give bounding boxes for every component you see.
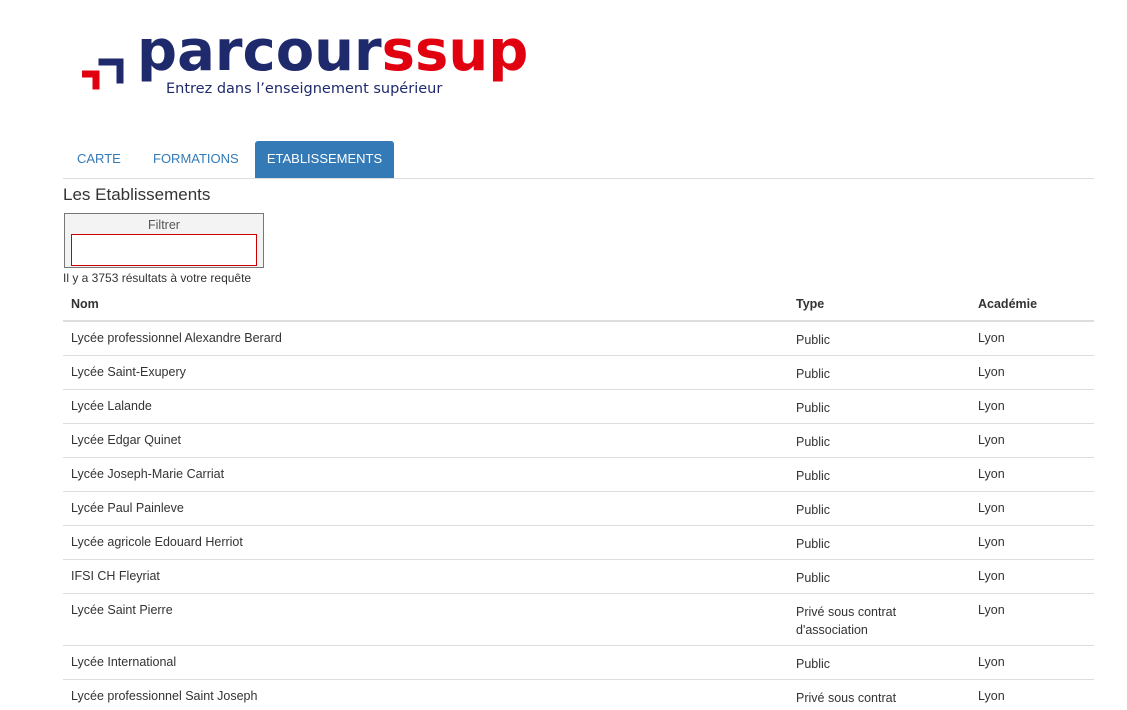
cell-nom: Lycée International <box>71 655 177 669</box>
cell-academie: Lyon <box>978 689 1005 703</box>
table-row[interactable]: Lycée International Public Lyon <box>63 646 1094 680</box>
nav-tabs: CARTE FORMATIONS ETABLISSEMENTS <box>63 141 1094 179</box>
table-row[interactable]: Lycée professionnel Alexandre Berard Pub… <box>63 322 1094 356</box>
table-row[interactable]: Lycée agricole Edouard Herriot Public Ly… <box>63 526 1094 560</box>
cell-nom: Lycée professionnel Saint Joseph <box>71 689 258 703</box>
cell-type: Public <box>796 537 831 551</box>
cell-type: Public <box>796 657 831 671</box>
cell-nom: Lycée Saint-Exupery <box>71 365 186 379</box>
cell-type: Public <box>796 367 831 381</box>
cell-nom: Lycée Lalande <box>71 399 152 413</box>
tab-formations[interactable]: FORMATIONS <box>139 141 253 178</box>
cell-type: Privé sous contrat d'association <box>796 691 897 710</box>
table-row[interactable]: Lycée Saint Pierre Privé sous contrat d'… <box>63 594 1094 646</box>
table-header: Nom Type Académie <box>63 287 1094 322</box>
page-title: Les Etablissements <box>63 185 211 204</box>
table-row[interactable]: IFSI CH Fleyriat Public Lyon <box>63 560 1094 594</box>
result-count: Il y a 3753 résultats à votre requête <box>63 271 252 285</box>
filter-input[interactable] <box>71 234 257 266</box>
filter-label: Filtrer <box>148 218 180 232</box>
table-row[interactable]: Lycée Paul Painleve Public Lyon <box>63 492 1094 526</box>
cell-academie: Lyon <box>978 467 1005 481</box>
table-row[interactable]: Lycée Edgar Quinet Public Lyon <box>63 424 1094 458</box>
logo-word-up: sup <box>415 19 529 84</box>
column-header-nom[interactable]: Nom <box>71 297 99 311</box>
cell-academie: Lyon <box>978 331 1005 345</box>
tab-etablissements[interactable]: ETABLISSEMENTS <box>255 141 394 178</box>
cell-nom: Lycée Paul Painleve <box>71 501 184 515</box>
logo-word-part1: parcour <box>137 19 382 84</box>
tab-carte[interactable]: CARTE <box>63 141 135 178</box>
column-header-academie[interactable]: Académie <box>978 297 1037 311</box>
logo-wordmark: parcourssup <box>137 20 528 84</box>
column-header-type[interactable]: Type <box>796 297 824 311</box>
cell-type: Public <box>796 435 831 449</box>
filter-box: Filtrer <box>64 213 264 268</box>
table-row[interactable]: Lycée Saint-Exupery Public Lyon <box>63 356 1094 390</box>
cell-nom: Lycée Joseph-Marie Carriat <box>71 467 225 481</box>
cell-academie: Lyon <box>978 501 1005 515</box>
cell-nom: Lycée Saint Pierre <box>71 603 173 617</box>
cell-academie: Lyon <box>978 433 1005 447</box>
cell-academie: Lyon <box>978 535 1005 549</box>
cell-type: Public <box>796 469 831 483</box>
cell-type: Public <box>796 571 831 585</box>
table-row[interactable]: Lycée Joseph-Marie Carriat Public Lyon <box>63 458 1094 492</box>
etablissements-table: Nom Type Académie Lycée professionnel Al… <box>63 287 1094 710</box>
table-row[interactable]: Lycée professionnel Saint Joseph Privé s… <box>63 680 1094 710</box>
table-row[interactable]: Lycée Lalande Public Lyon <box>63 390 1094 424</box>
cell-type: Public <box>796 401 831 415</box>
logo-tagline: Entrez dans l’enseignement supérieur <box>166 81 443 97</box>
cell-academie: Lyon <box>978 399 1005 413</box>
cell-nom: Lycée agricole Edouard Herriot <box>71 535 243 549</box>
cell-type: Public <box>796 503 831 517</box>
cell-nom: Lycée Edgar Quinet <box>71 433 182 447</box>
cell-type: Privé sous contrat d'association <box>796 605 897 637</box>
logo-word-s: s <box>381 19 415 84</box>
cell-academie: Lyon <box>978 603 1005 617</box>
page: parcourssup Entrez dans l’enseignement s… <box>0 0 1127 710</box>
parcoursup-logo[interactable]: parcourssup Entrez dans l’enseignement s… <box>82 20 528 104</box>
cell-nom: Lycée professionnel Alexandre Berard <box>71 331 282 345</box>
cell-nom: IFSI CH Fleyriat <box>71 569 160 583</box>
cell-academie: Lyon <box>978 655 1005 669</box>
cell-type: Public <box>796 333 831 347</box>
cell-academie: Lyon <box>978 569 1005 583</box>
logo-arrows-icon <box>82 58 124 90</box>
cell-academie: Lyon <box>978 365 1005 379</box>
